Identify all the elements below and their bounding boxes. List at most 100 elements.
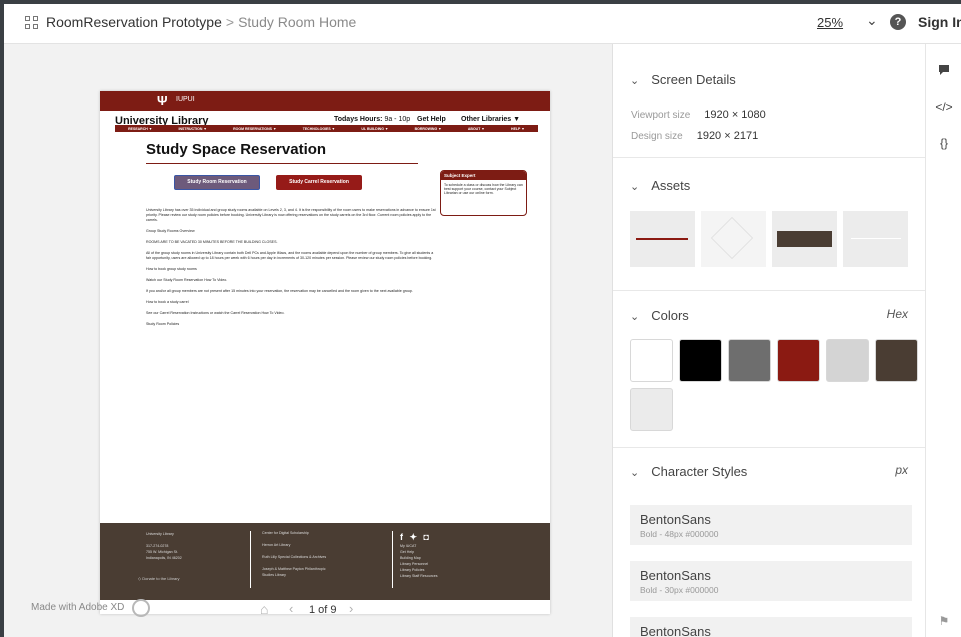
inspect-panel: ⌄ Screen Details Viewport size 1920 × 1080… — [612, 44, 925, 637]
unit-select[interactable]: px — [895, 463, 908, 477]
project-name[interactable]: RoomReservation Prototype — [46, 14, 222, 30]
color-swatch-pale-gray[interactable] — [630, 388, 673, 431]
asset-logo-outline[interactable] — [701, 211, 766, 267]
book-carrel-link[interactable]: How to book a study carrel — [146, 300, 436, 305]
braces-icon[interactable]: {} — [926, 136, 961, 150]
carrel-instructions-text: See our Carrel Reservation Instructions … — [146, 311, 285, 315]
chevron-down-icon[interactable]: ⌄ — [630, 467, 639, 479]
footer-contact: University Library 317-274-0278 755 W. M… — [146, 531, 182, 561]
zoom-select[interactable]: 25% — [817, 15, 843, 30]
screen-details-header[interactable]: ⌄ Screen Details — [630, 72, 736, 87]
study-room-reservation-button[interactable]: Study Room Reservation — [174, 175, 260, 190]
footer-line: Indianapolis, IN 46202 — [146, 556, 182, 560]
chevron-down-icon[interactable]: ⌄ — [630, 75, 639, 87]
screen-name: Study Room Home — [238, 14, 357, 30]
other-libraries-link: Other Libraries ▼ — [461, 116, 521, 123]
viewport-size-row: Viewport size 1920 × 1080 — [631, 109, 766, 121]
group-rooms-paragraph: All of the group study rooms in Universi… — [146, 251, 434, 260]
comment-icon[interactable] — [926, 64, 961, 79]
subject-expert-box: Subject Expert To schedule a class or di… — [440, 170, 527, 216]
right-rail: </> {} ⚑ — [925, 44, 961, 637]
character-style-card[interactable]: BentonSans Bold - 30px #000000 — [630, 561, 912, 601]
chevron-down-icon[interactable]: ⌄ — [630, 311, 639, 323]
help-icon[interactable]: ? — [890, 14, 906, 30]
study-room-policies-link[interactable]: Study Room Policies — [146, 322, 436, 327]
study-carrel-reservation-button[interactable]: Study Carrel Reservation — [276, 175, 362, 190]
font-desc: Bold - 30px #000000 — [640, 585, 719, 595]
xd-logo-icon — [132, 599, 150, 617]
next-screen-icon[interactable]: › — [349, 601, 353, 616]
asset-thumbnail — [777, 231, 832, 247]
asset-white-line[interactable] — [843, 211, 908, 267]
get-help-link: Get Help — [417, 116, 446, 123]
donate-label: Donate to the Library — [142, 576, 180, 581]
font-name: BentonSans — [640, 624, 711, 637]
colors-title: Colors — [651, 308, 689, 323]
colors-header[interactable]: ⌄ Colors — [630, 308, 689, 323]
nav-technologies: TECHNOLOGIES ▼ — [302, 126, 336, 131]
breadcrumb: RoomReservation Prototype > Study Room Hom… — [46, 14, 356, 30]
iu-logo-icon: Ψ — [157, 93, 168, 108]
code-icon[interactable]: </> — [926, 100, 961, 114]
chevron-down-icon[interactable]: ⌄ — [866, 12, 878, 29]
hours-label: Todays Hours: — [334, 116, 383, 123]
campus-name: IUPUI — [176, 96, 195, 103]
subject-expert-text: To schedule a class or discuss how the L… — [444, 183, 523, 195]
intro-paragraph: University Library has over 35 individua… — [146, 208, 436, 222]
nav-research: RESEARCH ▼ — [128, 126, 153, 131]
donate-icon: ◇ — [138, 576, 142, 581]
group-overview-heading: Group Study Rooms Overview — [146, 229, 195, 233]
color-swatch-white[interactable] — [630, 339, 673, 382]
previous-screen-icon[interactable]: ‹ — [289, 601, 293, 616]
assets-header[interactable]: ⌄ Assets — [630, 178, 690, 193]
todays-hours: Todays Hours: 9a - 10p — [334, 116, 410, 123]
title-divider — [146, 163, 418, 164]
nav-about: ABOUT ▼ — [467, 126, 485, 131]
character-style-card[interactable]: BentonSans — [630, 617, 912, 637]
library-nav: RESEARCH ▼ INSTRUCTION ▼ ROOM RESERVATIO… — [115, 125, 538, 132]
comment-icon-glyph — [939, 65, 949, 75]
footer-links: My IUCAT Get Help Building Map Library P… — [400, 543, 438, 579]
assets-section: ⌄ Assets — [613, 158, 925, 291]
how-to-video-link[interactable]: Watch our Study Room Reservation How To … — [146, 278, 436, 283]
sign-in-link[interactable]: Sign In — [918, 14, 961, 30]
artboard-preview[interactable]: Ψ IUPUI University Library Todays Hours:… — [100, 91, 550, 614]
character-style-card[interactable]: BentonSans Bold - 48px #000000 — [630, 505, 912, 545]
color-swatch-crimson[interactable] — [777, 339, 820, 382]
asset-thumbnail — [851, 238, 901, 239]
preview-canvas: Ψ IUPUI University Library Todays Hours:… — [4, 44, 612, 637]
footer-libraries: Center for Digital Scholarship Herron Ar… — [262, 530, 326, 578]
color-format-select[interactable]: Hex — [887, 307, 908, 321]
font-name: BentonSans — [640, 512, 711, 527]
asset-social-icons[interactable] — [772, 211, 837, 267]
book-group-rooms-link[interactable]: How to book group study rooms — [146, 267, 436, 272]
grid-view-icon[interactable] — [25, 16, 38, 29]
assets-title: Assets — [651, 178, 691, 193]
footer-line: Studies Library — [262, 573, 286, 577]
donate-link: ◇ Donate to the Library — [138, 576, 180, 581]
screen-details-title: Screen Details — [651, 72, 736, 87]
hours-value: 9a - 10p — [384, 116, 411, 123]
color-swatch-brown[interactable] — [875, 339, 918, 382]
color-swatch-gray[interactable] — [728, 339, 771, 382]
asset-red-line[interactable] — [630, 211, 695, 267]
made-with-xd[interactable]: Made with Adobe XD — [31, 602, 124, 613]
asset-thumbnail — [636, 238, 688, 240]
color-swatch-black[interactable] — [679, 339, 722, 382]
character-styles-title: Character Styles — [651, 464, 748, 479]
viewport-size-value: 1920 × 1080 — [704, 109, 766, 121]
nav-instruction: INSTRUCTION ▼ — [178, 126, 207, 131]
app-window: RoomReservation Prototype > Study Room Hom… — [4, 4, 961, 637]
home-icon[interactable]: ⌂ — [260, 601, 268, 617]
design-size-label: Design size — [631, 131, 683, 142]
flag-icon[interactable]: ⚑ — [926, 614, 961, 628]
breadcrumb-separator: > — [225, 14, 235, 30]
chevron-down-icon[interactable]: ⌄ — [630, 181, 639, 193]
nav-ul-building: UL BUILDING ▼ — [361, 126, 389, 131]
character-styles-header[interactable]: ⌄ Character Styles — [630, 464, 747, 479]
footer-line: Ruth Lilly Special Collections & Archive… — [262, 555, 327, 559]
footer-line: Center for Digital Scholarship — [262, 531, 309, 535]
color-swatch-light-gray[interactable] — [826, 339, 869, 382]
social-icons: f ✦ ◘ — [400, 532, 431, 542]
footer-divider — [250, 531, 251, 588]
